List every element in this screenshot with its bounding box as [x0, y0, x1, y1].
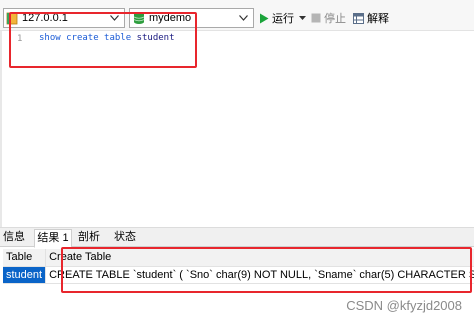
connection-value: 127.0.0.1 — [22, 12, 68, 24]
play-icon — [260, 13, 269, 23]
tab-status[interactable]: 状态 — [110, 229, 140, 247]
result-tabs: 信息 结果 1 剖析 状态 — [0, 227, 474, 248]
column-header-table[interactable]: Table — [3, 249, 47, 267]
explain-button[interactable]: 解释 — [353, 9, 389, 27]
column-header-create-table[interactable]: Create Table — [45, 249, 474, 267]
tab-profile[interactable]: 剖析 — [74, 229, 104, 247]
editor-left-border — [0, 31, 2, 227]
keyword-create: create — [66, 33, 99, 43]
query-toolbar: 127.0.0.1 mydemo 运行 停止 解释 — [0, 0, 474, 31]
sql-query-text[interactable]: show create table student — [39, 33, 175, 43]
tab-result-1[interactable]: 结果 1 — [34, 229, 72, 248]
stop-button[interactable]: 停止 — [311, 9, 346, 27]
database-icon — [133, 11, 145, 25]
sql-editor[interactable]: 1 show create table student — [0, 31, 474, 227]
table-header-row: Table Create Table — [3, 249, 474, 267]
run-button[interactable]: 运行 — [259, 9, 309, 27]
keyword-show: show — [39, 33, 61, 43]
dropdown-arrow-icon[interactable] — [299, 16, 306, 20]
stop-icon — [311, 13, 321, 23]
database-select[interactable]: mydemo — [129, 8, 254, 28]
cell-table-name[interactable]: student — [3, 266, 47, 284]
explain-label: 解释 — [367, 13, 389, 25]
stop-label: 停止 — [324, 13, 346, 25]
chevron-down-icon[interactable] — [107, 11, 121, 25]
connection-select[interactable]: 127.0.0.1 — [3, 8, 125, 28]
watermark-text: CSDN @kfyzjd2008 — [346, 298, 462, 313]
line-gutter: 1 — [0, 31, 34, 227]
run-label: 运行 — [272, 13, 294, 25]
table-identifier: student — [136, 33, 175, 43]
tab-info[interactable]: 信息 — [2, 229, 26, 247]
line-number: 1 — [17, 34, 23, 44]
cell-create-statement[interactable]: CREATE TABLE `student` ( `Sno` char(9) N… — [45, 266, 474, 284]
table-row: student CREATE TABLE `student` ( `Sno` c… — [3, 266, 474, 284]
connection-icon — [6, 12, 18, 25]
explain-icon — [353, 12, 364, 24]
chevron-down-icon[interactable] — [236, 11, 250, 25]
keyword-table: table — [104, 33, 132, 43]
result-table: Table Create Table student CREATE TABLE … — [3, 249, 474, 284]
database-value: mydemo — [149, 12, 192, 24]
